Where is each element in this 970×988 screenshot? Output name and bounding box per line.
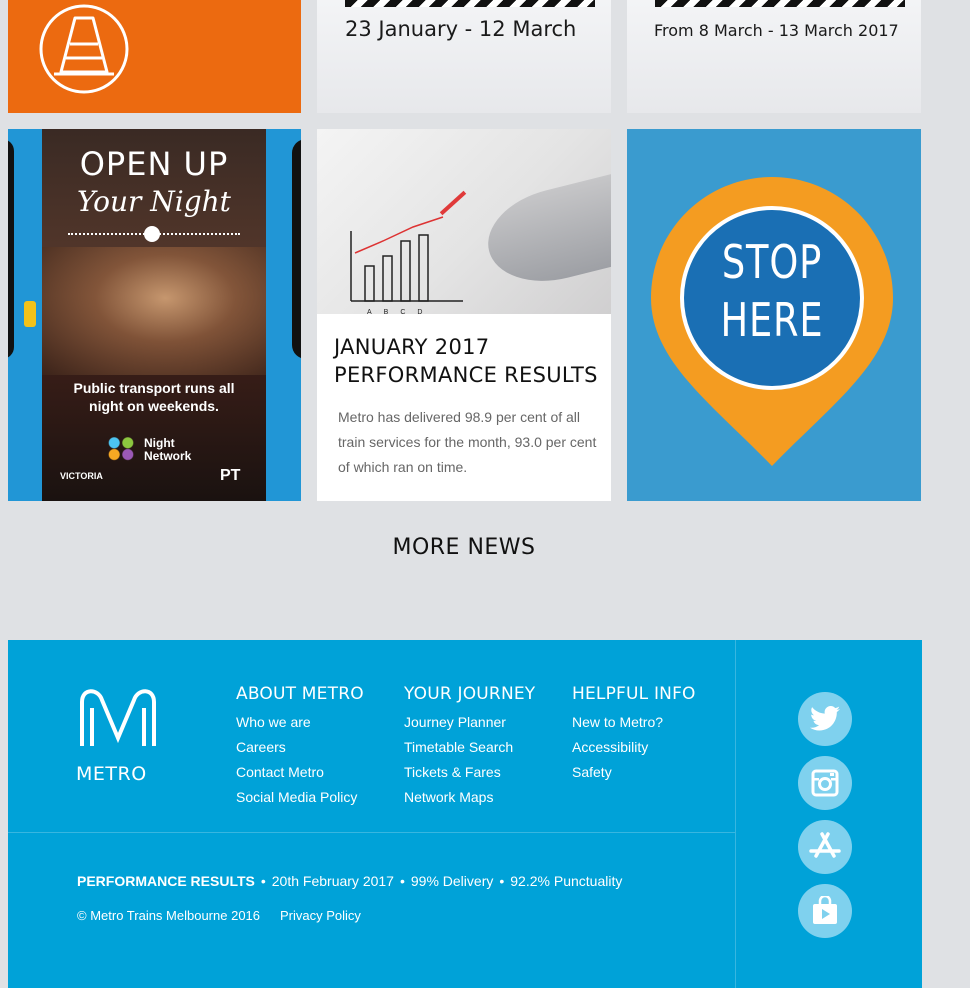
night-network-icon [104,435,138,461]
chart-sketch-labels: ABCD [367,309,435,316]
roadworks-cone-icon [39,4,129,94]
works-tile[interactable] [8,0,301,113]
closure-tile-march[interactable]: From 8 March - 13 March 2017 [627,0,921,113]
footer-link-contact[interactable]: Contact Metro [236,760,364,785]
bar-chart-sketch-icon [350,216,463,302]
train-door-left [8,139,14,359]
hand-with-pen [478,173,611,295]
performance-delivery: 99% Delivery [410,873,494,889]
metro-logo[interactable]: METRO [76,688,164,785]
footer-link-timetable-search[interactable]: Timetable Search [404,735,535,760]
copyright: © Metro Trains Melbourne 2016 [77,908,261,923]
app-store-icon [809,832,841,858]
footer-col-about: ABOUT METRO Who we are Careers Contact M… [236,684,364,810]
performance-news-tile[interactable]: ABCD JANUARY 2017 PERFORMANCE RESULTS Me… [317,129,611,501]
arrow-circle-icon [144,226,160,242]
hazard-stripe [655,0,905,7]
train-door-right [292,139,301,359]
footer-link-journey-planner[interactable]: Journey Planner [404,710,535,735]
footer-link-new-to-metro[interactable]: New to Metro? [572,710,696,735]
performance-label[interactable]: PERFORMANCE RESULTS [77,873,255,889]
instagram-button[interactable] [798,756,852,810]
google-play-icon [813,896,837,924]
more-news-link[interactable]: MORE NEWS [317,535,611,560]
performance-summary: PERFORMANCE RESULTS • 20th February 2017 • 9… [77,873,622,889]
footer-link-who-we-are[interactable]: Who we are [236,710,364,735]
poster-photo [42,247,266,375]
instagram-icon [811,769,839,797]
footer-col-heading: HELPFUL INFO [572,684,696,704]
footer-vertical-divider [735,640,736,988]
footer-divider [8,832,735,833]
separator: • [399,873,405,889]
separator: • [260,873,266,889]
poster-subheadline: Your Night [77,185,231,218]
footer-col-heading: ABOUT METRO [236,684,364,704]
site-footer: METRO ABOUT METRO Who we are Careers Con… [8,640,922,988]
news-title: JANUARY 2017 PERFORMANCE RESULTS [334,335,598,387]
hazard-stripe [345,0,595,7]
poster-tagline: Public transport runs all night on weeke… [73,380,235,414]
night-network-tile[interactable]: OPEN UP Your Night Public transport runs… [8,129,301,501]
ptv-logo: PT [220,467,241,484]
privacy-policy-link[interactable]: Privacy Policy [280,908,361,923]
footer-link-accessibility[interactable]: Accessibility [572,735,696,760]
footer-col-heading: YOUR JOURNEY [404,684,536,704]
footer-link-tickets-fares[interactable]: Tickets & Fares [404,760,535,785]
footer-link-safety[interactable]: Safety [572,760,696,785]
footer-link-careers[interactable]: Careers [236,735,364,760]
footer-col-journey: YOUR JOURNEY Journey Planner Timetable S… [404,684,535,810]
closure-tile-january[interactable]: 23 January - 12 March [317,0,611,113]
twitter-button[interactable] [798,692,852,746]
stop-here-text: STOP HERE [720,235,824,347]
footer-link-network-maps[interactable]: Network Maps [404,785,535,810]
separator: • [499,873,505,889]
victoria-logo: VICTORIA [60,471,103,481]
closure-dates: From 8 March - 13 March 2017 [654,21,899,40]
poster-headline: OPEN UP [79,145,229,183]
footer-col-helpful: HELPFUL INFO New to Metro? Accessibility… [572,684,696,785]
performance-punctuality: 92.2% Punctuality [510,873,623,889]
metro-logo-text: METRO [76,763,147,785]
footer-link-social-media-policy[interactable]: Social Media Policy [236,785,364,810]
performance-date: 20th February 2017 [271,873,394,889]
legal-line: © Metro Trains Melbourne 2016 Privacy Pol… [77,908,361,923]
night-network-badge: Night Network [144,436,192,463]
door-button [24,301,36,327]
closure-dates: 23 January - 12 March [345,17,577,41]
news-summary: Metro has delivered 98.9 per cent of all… [338,409,597,475]
google-play-button[interactable] [798,884,852,938]
twitter-icon [810,706,840,731]
metro-m-icon [80,689,156,746]
stop-here-tile[interactable]: STOP HERE [627,129,921,501]
night-network-poster: OPEN UP Your Night Public transport runs… [42,129,266,501]
performance-photo: ABCD [317,129,611,316]
app-store-button[interactable] [798,820,852,874]
